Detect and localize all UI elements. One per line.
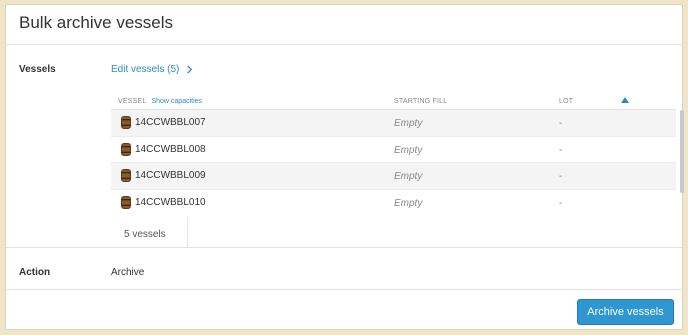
archive-vessels-button[interactable]: Archive vessels [577, 299, 674, 325]
column-vessel-label: VESSEL [118, 98, 147, 105]
barrel-icon [121, 195, 131, 209]
lot-cell: - [559, 144, 563, 156]
table-row[interactable]: 14CCWBBL008 Empty - [111, 137, 676, 163]
starting-fill-cell: Empty [394, 197, 423, 209]
vessel-cell: 14CCWBBL009 [121, 169, 206, 182]
table-scrollbar[interactable] [680, 110, 684, 193]
vessel-cell: 14CCWBBL008 [121, 142, 206, 156]
dialog-header: Bulk archive vessels [6, 5, 682, 45]
column-lot-header[interactable]: LOT [559, 98, 573, 105]
column-vessel-header: VESSEL Show capacities [118, 98, 202, 105]
action-section: Action Archive [6, 248, 682, 290]
edit-vessels-label: Edit vessels (5) [111, 64, 180, 75]
vessel-name: 14CCWBBL010 [135, 196, 206, 208]
dialog-title: Bulk archive vessels [19, 13, 174, 32]
table-row[interactable]: 14CCWBBL009 Empty - [111, 163, 676, 190]
show-capacities-link[interactable]: Show capacities [151, 98, 202, 105]
chevron-right-icon [187, 65, 193, 74]
vessel-name: 14CCWBBL009 [135, 170, 206, 181]
sort-ascending-icon[interactable] [621, 97, 629, 103]
lot-cell: - [559, 197, 563, 209]
lot-cell: - [559, 118, 563, 129]
barrel-icon [121, 169, 131, 182]
table-row[interactable]: 14CCWBBL007 Empty - [111, 110, 676, 137]
edit-vessels-link[interactable]: Edit vessels (5) [111, 64, 194, 75]
starting-fill-cell: Empty [394, 144, 423, 156]
table-row[interactable]: 14CCWBBL010 Empty - [111, 190, 676, 217]
table-body: 14CCWBBL007 Empty - 14CCWBBL008 Empty - … [111, 110, 676, 216]
vessels-label: Vessels [19, 64, 56, 75]
starting-fill-cell: Empty [394, 171, 423, 182]
vessel-name: 14CCWBBL007 [135, 117, 206, 128]
vessels-section: Vessels Edit vessels (5) VESSEL Show capa… [6, 46, 684, 248]
starting-fill-cell: Empty [394, 118, 423, 129]
vessel-name: 14CCWBBL008 [135, 143, 206, 155]
lot-cell: - [559, 171, 563, 182]
table-header: VESSEL Show capacities STARTING FILL LOT [111, 90, 676, 110]
barrel-icon [121, 142, 131, 156]
column-starting-fill-header[interactable]: STARTING FILL [394, 98, 447, 105]
vessel-cell: 14CCWBBL010 [121, 195, 206, 209]
action-value: Archive [111, 267, 145, 278]
barrel-icon [121, 116, 131, 129]
action-label: Action [19, 267, 51, 278]
bulk-archive-dialog: Bulk archive vessels Vessels Edit vessel… [5, 4, 684, 330]
vessels-table: VESSEL Show capacities STARTING FILL LOT [111, 90, 684, 248]
vessel-count: 5 vessels [111, 217, 188, 248]
vessel-cell: 14CCWBBL007 [121, 116, 206, 129]
